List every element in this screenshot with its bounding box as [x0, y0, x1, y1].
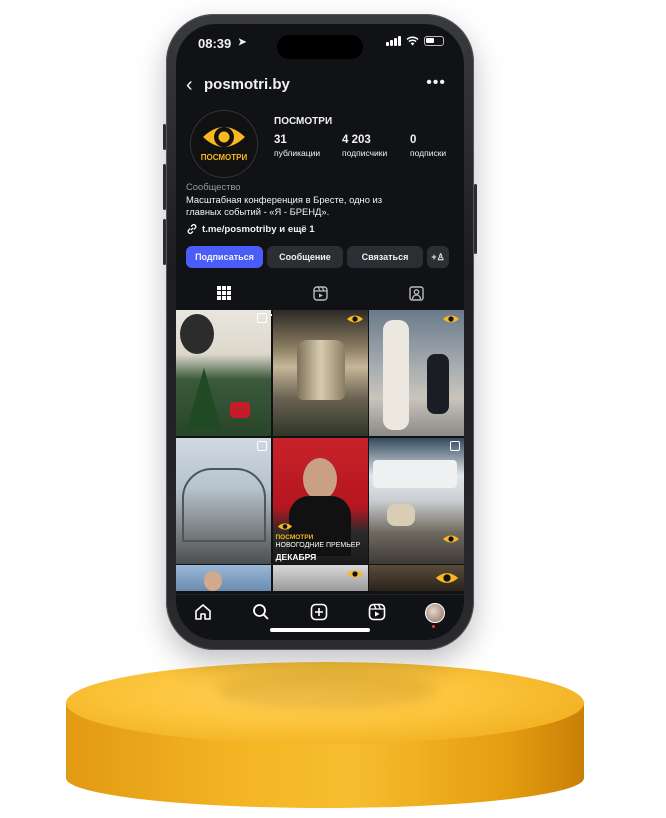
stat-posts[interactable]: 31 публикации — [274, 134, 342, 158]
person-white-coat — [383, 320, 409, 430]
wifi-icon — [406, 35, 419, 45]
samovar — [296, 340, 345, 400]
tab-reels[interactable] — [272, 286, 368, 306]
post-thumbnail[interactable] — [176, 437, 271, 564]
eye-logo-icon — [443, 535, 459, 542]
post-caption-line: НОВОГОДНИЕ ПРЕМЬЕР — [275, 541, 361, 549]
post-brand-text: ПОСМОТРИ — [275, 533, 314, 541]
profile-username: posmotri.by — [204, 76, 290, 93]
post-caption-line: ДЕКАБРЯ — [275, 551, 317, 562]
person-face — [204, 571, 222, 591]
profile-header: ‹ posmotri.by ••• — [176, 74, 464, 98]
eye-logo-icon — [346, 570, 363, 578]
reels-icon — [312, 286, 328, 301]
camper-van — [373, 459, 457, 488]
stat-followers-label: подписчики — [342, 148, 388, 158]
stat-posts-label: публикации — [274, 148, 321, 158]
stat-following[interactable]: 0 подписки — [410, 134, 464, 158]
message-button[interactable]: Сообщение — [267, 246, 343, 268]
profile-link[interactable]: t.me/posmotriby и ещё 1 — [186, 223, 315, 235]
power-button — [474, 184, 477, 254]
carousel-icon — [257, 313, 267, 323]
add-person-icon: +♙ — [431, 251, 445, 262]
back-chevron-icon[interactable]: ‹ — [186, 74, 193, 96]
eye-logo-icon — [435, 573, 459, 583]
stat-following-value: 0 — [410, 134, 417, 146]
phone-shadow — [216, 672, 436, 708]
eye-logo-icon — [443, 315, 459, 323]
stat-followers[interactable]: 4 203 подписчики — [342, 134, 410, 158]
home-icon[interactable] — [194, 603, 212, 621]
link-icon — [187, 223, 197, 235]
grid-icon — [217, 286, 231, 300]
post-thumbnail[interactable] — [176, 310, 271, 436]
profile-bio: Сообщество Масштабная конференция в Брес… — [186, 181, 456, 219]
stat-followers-value: 4 203 — [342, 134, 371, 146]
reels-nav-icon[interactable] — [368, 603, 386, 621]
bio-line: Масштабная конференция в Бресте, одно из — [186, 193, 383, 205]
profile-tabs — [176, 280, 464, 316]
notification-dot — [432, 625, 435, 628]
tab-tagged[interactable] — [368, 286, 464, 306]
action-button — [163, 124, 166, 150]
red-bow — [230, 402, 250, 418]
volume-up-button — [163, 164, 166, 210]
carousel-icon — [257, 440, 267, 451]
create-post-icon[interactable] — [310, 603, 328, 621]
profile-stats: 31 публикации 4 203 подписчики 0 подписк… — [274, 134, 464, 158]
stat-posts-value: 31 — [274, 134, 287, 146]
post-thumbnail[interactable] — [369, 565, 464, 591]
tab-grid[interactable] — [176, 286, 272, 316]
man-portrait — [302, 457, 337, 500]
status-time: 08:39 — [198, 36, 232, 51]
avatar[interactable]: ПОСМОТРИ — [190, 110, 258, 178]
battery-icon — [424, 35, 444, 46]
post-thumbnail[interactable] — [369, 310, 464, 436]
signal-icon — [386, 35, 401, 46]
profile-category: Сообщество — [186, 181, 241, 192]
dynamic-island — [277, 35, 363, 59]
profile-avatar-icon[interactable] — [425, 603, 445, 623]
bio-line: главных событий - «Я - БРЕНД». — [186, 206, 330, 217]
home-indicator — [270, 628, 370, 632]
post-thumbnail[interactable]: ПОСМОТРИ НОВОГОДНИЕ ПРЕМЬЕР ДЕКАБРЯ — [272, 437, 368, 564]
follow-button[interactable]: Подписаться — [186, 246, 263, 268]
eye-logo-icon — [346, 315, 363, 323]
eye-logo-icon — [203, 127, 245, 147]
display-name: ПОСМОТРИ — [274, 116, 333, 127]
bottom-navigation — [176, 594, 464, 640]
podium-top — [66, 662, 584, 744]
podium — [66, 662, 584, 808]
stat-following-label: подписки — [410, 148, 447, 158]
post-thumbnail[interactable] — [272, 310, 368, 436]
posts-grid: ПОСМОТРИ НОВОГОДНИЕ ПРЕМЬЕР ДЕКАБРЯ — [176, 310, 464, 591]
location-arrow-icon: ➤ — [238, 37, 247, 48]
cafe-sign — [180, 314, 214, 354]
tagged-person-icon — [408, 286, 424, 301]
search-icon[interactable] — [252, 603, 270, 621]
phone-frame: 08:39 ➤ ‹ posmotri.by ••• ПОСМОТРИ ПОСМО… — [163, 14, 477, 650]
eye-logo-icon — [277, 522, 292, 530]
add-person-button[interactable]: +♙ — [427, 246, 449, 268]
avatar-brand-text: ПОСМОТРИ — [200, 153, 248, 162]
child-dark-coat — [427, 354, 449, 414]
profile-actions: Подписаться Сообщение Связаться +♙ — [186, 246, 449, 268]
volume-down-button — [163, 219, 166, 265]
profile-link-text: t.me/posmotriby и ещё 1 — [202, 223, 315, 235]
post-thumbnail[interactable] — [272, 565, 368, 591]
post-thumbnail[interactable] — [369, 437, 464, 564]
carousel-icon — [450, 440, 460, 451]
contact-button[interactable]: Связаться — [347, 246, 423, 268]
christmas-tree — [186, 368, 222, 430]
more-options-icon[interactable]: ••• — [426, 74, 446, 92]
dog — [387, 503, 415, 526]
post-thumbnail[interactable] — [176, 565, 271, 591]
metal-frame-structure — [182, 467, 266, 542]
phone-screen: 08:39 ➤ ‹ posmotri.by ••• ПОСМОТРИ ПОСМО… — [176, 24, 464, 640]
status-bar: 08:39 ➤ — [176, 24, 464, 64]
